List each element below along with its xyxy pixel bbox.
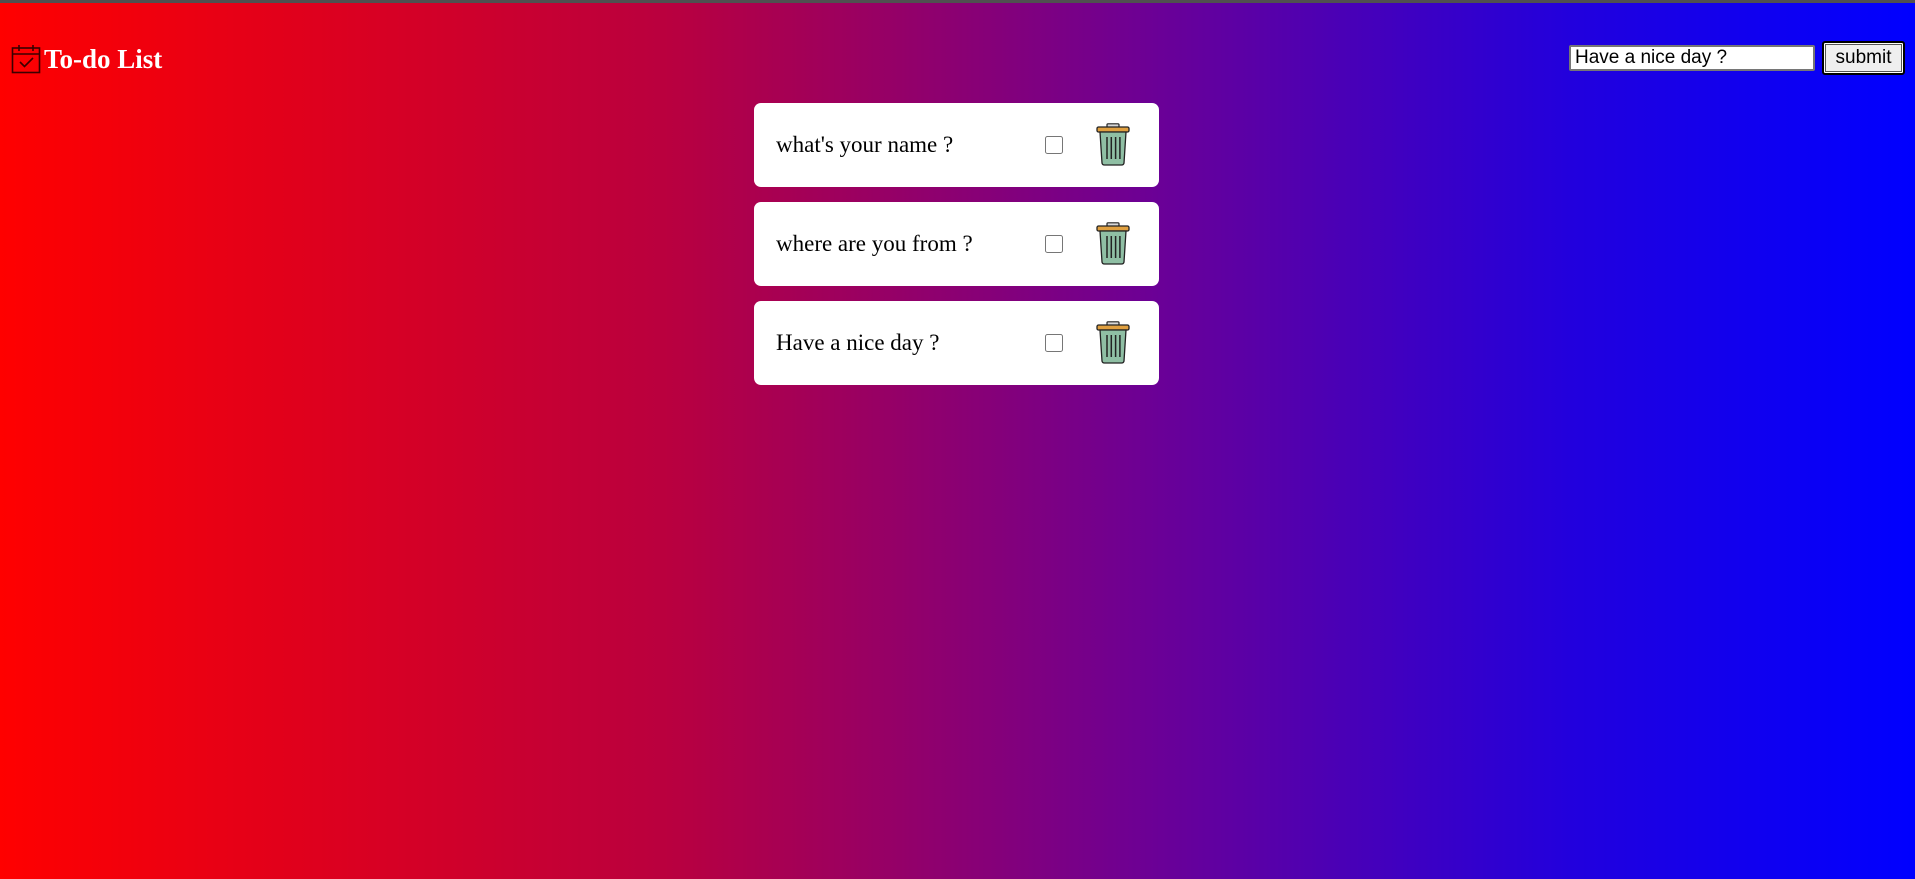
todo-item: Have a nice day ? — [754, 301, 1159, 385]
trash-can-icon[interactable] — [1096, 123, 1130, 166]
todo-item: what's your name ? — [754, 103, 1159, 187]
add-task-form: submit — [1569, 41, 1905, 75]
submit-button[interactable]: submit — [1822, 41, 1905, 75]
todo-list: what's your name ? where are you from ? … — [754, 103, 1159, 400]
new-task-input[interactable] — [1569, 45, 1815, 71]
trash-can-icon[interactable] — [1096, 321, 1130, 364]
calendar-check-icon — [11, 45, 41, 74]
todo-checkbox[interactable] — [1045, 136, 1063, 154]
todo-item: where are you from ? — [754, 202, 1159, 286]
trash-can-icon[interactable] — [1096, 222, 1130, 265]
todo-text: what's your name ? — [776, 132, 954, 157]
window-top-border — [0, 0, 1915, 3]
todo-checkbox[interactable] — [1045, 235, 1063, 253]
todo-checkbox[interactable] — [1045, 334, 1063, 352]
todo-text: where are you from ? — [776, 231, 973, 256]
todo-text: Have a nice day ? — [776, 330, 940, 355]
app-title: To-do List — [44, 44, 163, 74]
app-header: To-do List — [11, 42, 162, 76]
